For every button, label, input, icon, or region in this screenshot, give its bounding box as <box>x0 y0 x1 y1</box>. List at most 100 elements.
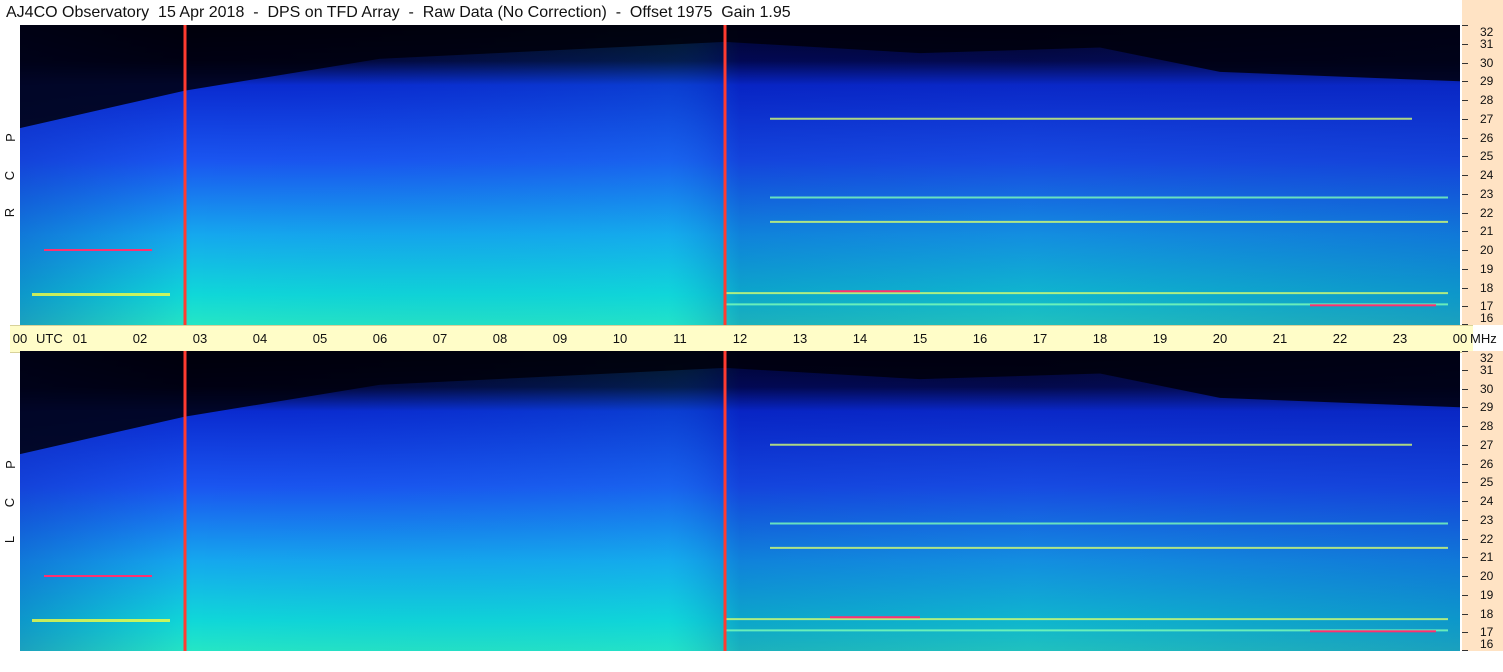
utc-tick-label: 19 <box>1152 331 1168 346</box>
time-marker-line <box>723 25 727 325</box>
interference-line <box>32 293 170 296</box>
frequency-tick <box>1462 501 1468 502</box>
frequency-tick-label: 18 <box>1480 280 1494 295</box>
utc-tick-label: 00 <box>1452 331 1468 346</box>
utc-tick-label: 21 <box>1272 331 1288 346</box>
frequency-tick <box>1462 632 1468 634</box>
frequency-tick-label: 27 <box>1480 111 1494 126</box>
lcp-letter-p: P <box>2 460 18 469</box>
frequency-tick-label: 22 <box>1480 205 1494 220</box>
utc-tick-label: 09 <box>552 331 568 346</box>
utc-tick-label: 14 <box>852 331 868 346</box>
chart-title: AJ4CO Observatory 15 Apr 2018 - DPS on T… <box>6 4 791 21</box>
lcp-letter-c: C <box>2 497 18 507</box>
utc-tick-label: 13 <box>792 331 808 346</box>
utc-tick-label: 15 <box>912 331 928 346</box>
frequency-tick-label: 22 <box>1480 531 1494 546</box>
frequency-tick <box>1462 156 1468 158</box>
utc-tick-label: 22 <box>1332 331 1348 346</box>
rcp-spectrogram-svg <box>20 25 1460 325</box>
frequency-tick-label: 29 <box>1480 400 1494 415</box>
frequency-tick-label: 18 <box>1480 606 1494 621</box>
interference-line <box>770 117 1412 120</box>
frequency-tick-label: 21 <box>1480 550 1494 565</box>
utc-tick-label: 12 <box>732 331 748 346</box>
utc-tick-label: 07 <box>432 331 448 346</box>
lcp-panel-label: P C L <box>2 457 18 547</box>
utc-tick-label: 06 <box>372 331 388 346</box>
lcp-frequency-axis: 16 17 18 19 20 21 22 23 24 25 26 27 28 29 30 31 32 <box>1462 351 1503 651</box>
frequency-tick <box>1462 287 1468 289</box>
frequency-tick-label: 17 <box>1480 625 1494 640</box>
frequency-tick <box>1462 175 1468 176</box>
interference-line <box>770 196 1448 199</box>
frequency-tick <box>1462 231 1468 233</box>
rcp-panel-label: P C R <box>2 130 18 220</box>
time-marker-line <box>723 351 727 651</box>
frequency-tick <box>1462 388 1468 390</box>
frequency-tick <box>1462 100 1468 101</box>
frequency-tick-label: 32 <box>1480 351 1494 365</box>
frequency-tick-label: 20 <box>1480 243 1494 257</box>
frequency-tick <box>1462 324 1468 325</box>
utc-tick-label: 02 <box>132 331 148 346</box>
frequency-tick-label: 24 <box>1480 494 1494 508</box>
frequency-tick <box>1462 250 1468 251</box>
frequency-tick <box>1462 193 1468 195</box>
frequency-tick-label: 24 <box>1480 168 1494 182</box>
interference-line <box>770 220 1448 223</box>
frequency-tick <box>1462 268 1468 270</box>
strong-signal-segment <box>1310 304 1436 307</box>
utc-tick-label: 18 <box>1092 331 1108 346</box>
frequency-tick-label: 26 <box>1480 456 1494 471</box>
utc-tick-label: 10 <box>612 331 628 346</box>
rcp-frequency-axis: 16 17 18 19 20 21 22 23 24 25 26 27 28 29 30 31 32 <box>1462 25 1503 325</box>
frequency-tick <box>1462 444 1468 446</box>
utc-tick-label: 20 <box>1212 331 1228 346</box>
rcp-letter-p: P <box>2 133 18 142</box>
rcp-letter-r: R <box>2 207 18 218</box>
frequency-tick-label: 23 <box>1480 186 1494 201</box>
lcp-spectrogram-svg <box>20 351 1460 651</box>
frequency-tick <box>1462 613 1468 615</box>
strong-signal-segment <box>44 249 152 251</box>
interference-line <box>770 522 1448 525</box>
time-marker-line <box>183 351 187 651</box>
frequency-tick-label: 19 <box>1480 261 1494 276</box>
rcp-spectrogram <box>20 25 1460 325</box>
frequency-tick-label: 17 <box>1480 299 1494 314</box>
utc-tick-label: 00 <box>12 331 28 346</box>
interference-line <box>725 618 1448 621</box>
frequency-tick <box>1462 351 1468 352</box>
frequency-tick <box>1462 62 1468 64</box>
utc-tick-label: 11 <box>673 331 687 346</box>
frequency-tick <box>1462 576 1468 577</box>
frequency-tick <box>1462 426 1468 427</box>
frequency-tick-label: 19 <box>1480 587 1494 602</box>
mhz-unit-label: MHz <box>1470 331 1497 346</box>
frequency-tick-label: 23 <box>1480 512 1494 527</box>
frequency-tick <box>1462 407 1468 409</box>
utc-tick-label: 08 <box>492 331 508 346</box>
frequency-tick <box>1462 594 1468 596</box>
utc-tick-label: 17 <box>1032 331 1048 346</box>
frequency-tick <box>1462 519 1468 521</box>
utc-tick-label: 03 <box>192 331 208 346</box>
frequency-tick <box>1462 81 1468 83</box>
frequency-tick-label: 21 <box>1480 224 1494 239</box>
utc-tick-label: 01 <box>72 331 88 346</box>
interference-line <box>32 619 170 622</box>
frequency-axis-header <box>1462 0 1503 25</box>
frequency-tick <box>1462 306 1468 308</box>
strong-signal-segment <box>1310 630 1436 633</box>
utc-unit-label: UTC <box>36 331 63 346</box>
lcp-letter-l: L <box>2 535 18 544</box>
utc-time-axis: 00 01 02 03 04 05 06 07 08 09 10 11 12 13 14 15 16 17 18 19… <box>10 325 1497 353</box>
time-marker-line <box>183 25 187 325</box>
frequency-tick <box>1462 650 1468 651</box>
frequency-tick-label: 25 <box>1480 149 1494 164</box>
frequency-tick <box>1462 43 1468 45</box>
frequency-tick <box>1462 137 1468 139</box>
utc-tick-label: 04 <box>252 331 268 346</box>
frequency-tick-label: 26 <box>1480 130 1494 145</box>
